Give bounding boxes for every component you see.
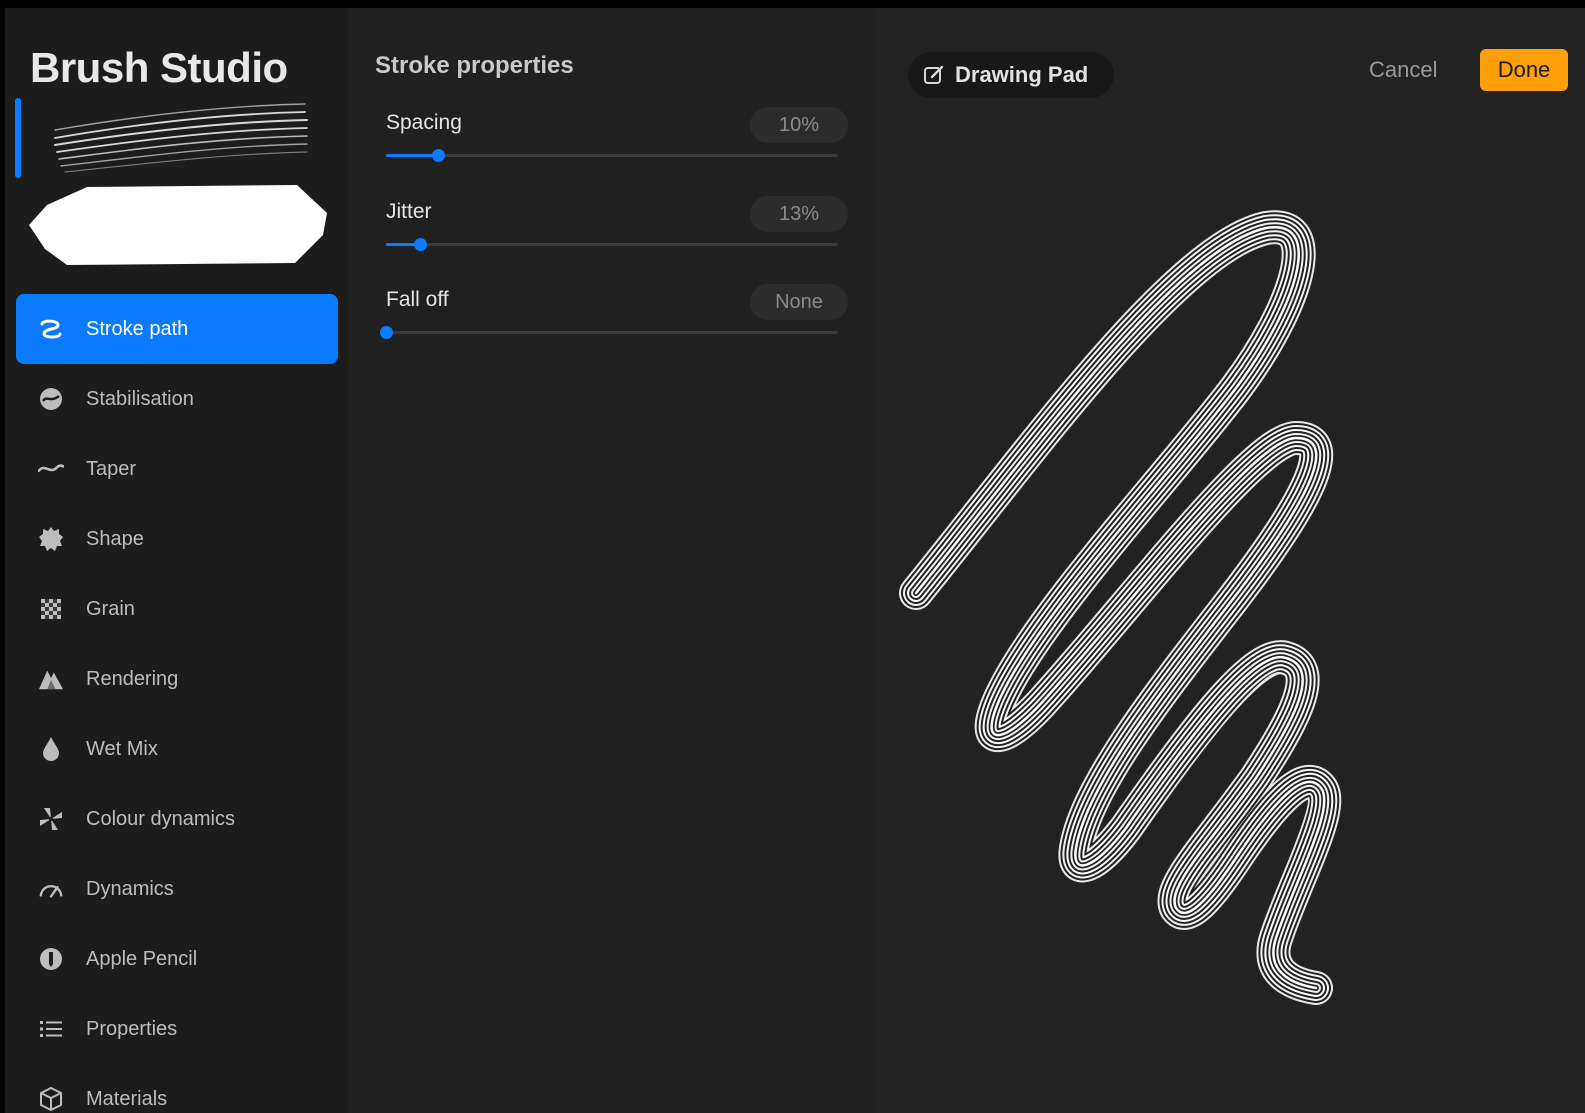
sidebar-item-label: Wet Mix	[86, 737, 158, 760]
sidebar-item-label: Apple Pencil	[86, 947, 198, 970]
properties-icon	[38, 1016, 64, 1042]
settings-panel: Stroke properties Spacing 10% Jitter 13%…	[348, 8, 876, 1113]
sidebar-item-label: Materials	[86, 1087, 168, 1110]
sidebar-item-colour-dynamics[interactable]: Colour dynamics	[16, 784, 338, 854]
brush-studio-window: Brush Studio Stroke path Stabilisation T…	[5, 8, 1585, 1113]
jitter-setting: Jitter 13%	[386, 196, 848, 256]
sidebar-item-materials[interactable]: Materials	[16, 1064, 338, 1113]
brush-shape-preview[interactable]	[27, 183, 327, 268]
fall-off-setting: Fall off None	[380, 284, 848, 344]
sidebar-item-label: Dynamics	[86, 877, 174, 900]
sidebar-item-rendering[interactable]: Rendering	[16, 644, 338, 714]
spacing-slider[interactable]	[386, 149, 838, 162]
slider-fill	[386, 154, 438, 157]
materials-icon	[38, 1086, 64, 1112]
stabilisation-icon	[38, 386, 64, 412]
drawing-pad[interactable]: Drawing Pad Cancel Done	[876, 8, 1585, 1113]
taper-icon	[38, 456, 64, 482]
done-button[interactable]: Done	[1480, 49, 1568, 91]
apple-pencil-icon	[38, 946, 64, 972]
stroke-preview-image	[54, 103, 308, 173]
sidebar-nav: Stroke path Stabilisation Taper Shape Gr…	[16, 294, 338, 1113]
drawing-pad-stroke	[876, 8, 1585, 1113]
app-title: Brush Studio	[30, 44, 288, 91]
jitter-slider[interactable]	[386, 238, 838, 251]
fall-off-slider[interactable]	[380, 326, 838, 339]
sidebar-item-label: Shape	[86, 527, 144, 550]
sidebar-item-label: Stroke path	[86, 317, 189, 340]
edit-icon	[924, 65, 944, 84]
selection-indicator	[15, 98, 21, 178]
sidebar-item-wet-mix[interactable]: Wet Mix	[16, 714, 338, 784]
sidebar-item-taper[interactable]: Taper	[16, 434, 338, 504]
drawing-pad-title: Drawing Pad	[955, 62, 1089, 87]
setting-value[interactable]: 10%	[750, 107, 848, 143]
shape-icon	[38, 526, 64, 552]
spacing-setting: Spacing 10%	[386, 107, 848, 167]
slider-knob[interactable]	[380, 326, 393, 339]
sidebar-item-label: Taper	[86, 457, 137, 480]
cancel-button[interactable]: Cancel	[1369, 57, 1437, 83]
setting-label: Jitter	[386, 200, 432, 223]
section-title: Stroke properties	[375, 52, 574, 79]
brush-stroke-preview[interactable]	[15, 98, 335, 180]
sidebar-item-stroke-path[interactable]: Stroke path	[16, 294, 338, 364]
sidebar: Brush Studio Stroke path Stabilisation T…	[5, 8, 348, 1113]
setting-value[interactable]: None	[750, 284, 848, 320]
grain-icon	[38, 596, 64, 622]
drawing-pad-menu[interactable]: Drawing Pad	[908, 52, 1114, 98]
rendering-icon	[38, 666, 64, 692]
wet-mix-icon	[38, 736, 64, 762]
sidebar-item-dynamics[interactable]: Dynamics	[16, 854, 338, 924]
sidebar-item-stabilisation[interactable]: Stabilisation	[16, 364, 338, 434]
sidebar-item-grain[interactable]: Grain	[16, 574, 338, 644]
setting-label: Spacing	[386, 111, 462, 134]
slider-knob[interactable]	[431, 149, 445, 162]
sidebar-item-properties[interactable]: Properties	[16, 994, 338, 1064]
dynamics-icon	[38, 876, 64, 902]
sidebar-item-label: Grain	[86, 597, 135, 620]
colour-dynamics-icon	[38, 806, 64, 832]
sidebar-item-label: Colour dynamics	[86, 807, 235, 830]
setting-value[interactable]: 13%	[750, 196, 848, 232]
setting-label: Fall off	[386, 288, 449, 311]
sidebar-item-shape[interactable]: Shape	[16, 504, 338, 574]
sidebar-item-apple-pencil[interactable]: Apple Pencil	[16, 924, 338, 994]
sidebar-item-label: Properties	[86, 1017, 178, 1040]
stroke-path-icon	[38, 316, 64, 342]
sidebar-item-label: Stabilisation	[86, 387, 194, 410]
sidebar-item-label: Rendering	[86, 667, 179, 690]
slider-knob[interactable]	[413, 238, 427, 251]
